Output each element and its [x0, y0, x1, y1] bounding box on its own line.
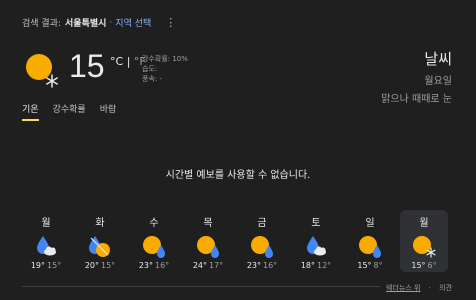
tab-precipitation[interactable]: 강수확률 — [53, 102, 86, 121]
weather-title: 날씨 — [424, 50, 452, 68]
forecast-day[interactable]: 월 19° 15° — [22, 210, 70, 272]
day-name: 토 — [311, 218, 321, 229]
feedback-link[interactable]: 의견 — [439, 284, 452, 292]
low-temp: 15° — [101, 261, 116, 270]
sun-rain-icon — [359, 236, 381, 258]
low-temp: 15° — [47, 261, 62, 270]
weather-summary: 날씨 월요일 맑으나 때때로 눈 — [381, 48, 452, 105]
day-name: 목 — [203, 218, 213, 229]
search-result-label: 검색 결과: — [22, 19, 62, 29]
forecast-day[interactable]: 목 24° 17° — [184, 210, 232, 272]
day-name: 월 — [419, 218, 429, 229]
sun-rain-icon — [143, 236, 165, 258]
current-day: 월요일 — [424, 76, 452, 87]
rain-sun-icon — [89, 236, 110, 257]
humidity: 습도: — [142, 65, 158, 73]
forecast-tabs: 기온 강수확률 바람 — [22, 102, 130, 121]
sun-rain-icon — [197, 236, 219, 258]
forecast-day[interactable]: 화 20° 15° — [76, 210, 124, 272]
unit-separator: | — [126, 55, 131, 68]
hourly-unavailable-message: 시간별 예보를 사용할 수 없습니다. — [165, 170, 311, 181]
low-temp: 6° — [427, 261, 437, 270]
celsius-unit[interactable]: °C — [110, 55, 123, 68]
high-temp: 23° — [246, 261, 261, 270]
change-region-link[interactable]: 지역 선택 — [115, 16, 151, 29]
tab-wind[interactable]: 바람 — [100, 102, 117, 121]
high-temp: 19° — [30, 261, 45, 270]
forecast-day[interactable]: 일 15° 8° — [346, 210, 394, 272]
day-name: 화 — [95, 218, 105, 229]
current-temperature: 15 — [69, 48, 105, 84]
high-temp: 20° — [84, 261, 99, 270]
search-header: 검색 결과: 서울특별시 · 지역 선택 ⋮ — [22, 16, 176, 29]
low-temp: 12° — [317, 261, 332, 270]
low-temp: 17° — [209, 261, 224, 270]
footer-dot: · — [428, 284, 431, 292]
day-name: 일 — [365, 218, 375, 229]
high-temp: 15° — [357, 261, 372, 270]
footer: 웨더뉴스 위 · 의견 — [379, 283, 452, 293]
forecast-day-selected[interactable]: 월 15° 6° — [400, 210, 448, 272]
sun-snow-icon — [413, 236, 436, 258]
rain-cloud-icon — [307, 236, 326, 256]
precipitation: 강수확률: 10% — [142, 55, 188, 63]
unit-toggle: °C | °F — [110, 55, 146, 68]
location-name: 서울특별시 — [65, 19, 107, 29]
current-condition: 맑으나 때때로 눈 — [381, 94, 452, 105]
day-name: 금 — [257, 218, 267, 229]
more-options-icon[interactable]: ⋮ — [165, 16, 176, 29]
wind: 풍속: - — [142, 75, 162, 83]
high-temp: 18° — [300, 261, 315, 270]
high-temp: 23° — [138, 261, 153, 270]
sunny-snow-icon — [26, 54, 58, 88]
day-name: 수 — [149, 218, 159, 229]
high-temp: 15° — [411, 261, 426, 270]
forecast-day[interactable]: 수 23° 16° — [130, 210, 178, 272]
weather-details: 강수확률: 10% 습도: 풍속: - — [142, 54, 188, 84]
forecast-day[interactable]: 토 18° 12° — [292, 210, 340, 272]
low-temp: 8° — [373, 261, 383, 270]
daily-forecast: 월 19° 15° 화 20° 15° 수 23° 16° 목 24° 17° … — [20, 210, 456, 272]
rain-cloud-icon — [37, 236, 56, 256]
separator: · — [109, 17, 113, 28]
source-link[interactable]: 웨더뉴스 위 — [386, 284, 420, 292]
day-name: 월 — [41, 218, 51, 229]
sun-rain-icon — [251, 236, 273, 258]
low-temp: 16° — [155, 261, 170, 270]
high-temp: 24° — [192, 261, 207, 270]
low-temp: 16° — [263, 261, 278, 270]
tab-temperature[interactable]: 기온 — [22, 102, 39, 121]
forecast-day[interactable]: 금 23° 16° — [238, 210, 286, 272]
